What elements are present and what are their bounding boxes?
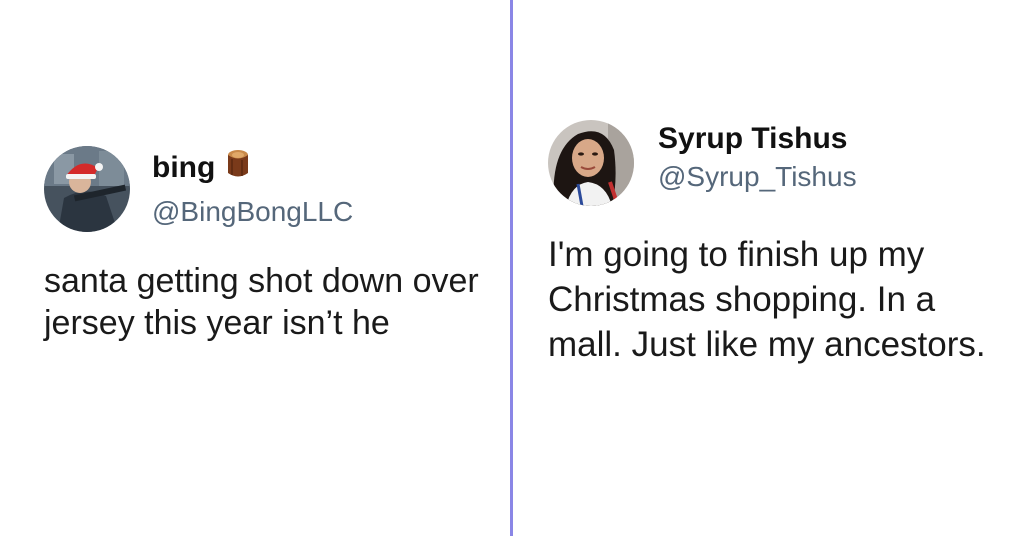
handle[interactable]: @BingBongLLC (152, 194, 353, 230)
display-name-text: Syrup Tishus (658, 122, 848, 155)
tweet-text: santa getting shot down over jersey this… (44, 262, 479, 342)
tweet-header: bing @BingBongLLC (44, 146, 494, 232)
names-block: bing @BingBongLLC (152, 149, 353, 230)
names-block: Syrup Tishus @Syrup_Tishus (658, 121, 857, 195)
display-name-text: bing (152, 151, 216, 184)
avatar[interactable] (44, 146, 130, 232)
handle[interactable]: @Syrup_Tishus (658, 159, 857, 195)
log-wood-icon (227, 149, 249, 188)
tweet-header: Syrup Tishus @Syrup_Tishus (548, 120, 988, 206)
tweet-text: I'm going to finish up my Christmas shop… (548, 235, 986, 364)
tweet-card-bing[interactable]: bing @BingBongLLC santa getting shot dow… (44, 146, 494, 344)
avatar[interactable] (548, 120, 634, 206)
display-name[interactable]: bing (152, 149, 353, 188)
display-name[interactable]: Syrup Tishus (658, 121, 857, 157)
tweet-card-syrup-tishus[interactable]: Syrup Tishus @Syrup_Tishus I'm going to … (548, 120, 988, 367)
panel-divider (510, 0, 513, 536)
